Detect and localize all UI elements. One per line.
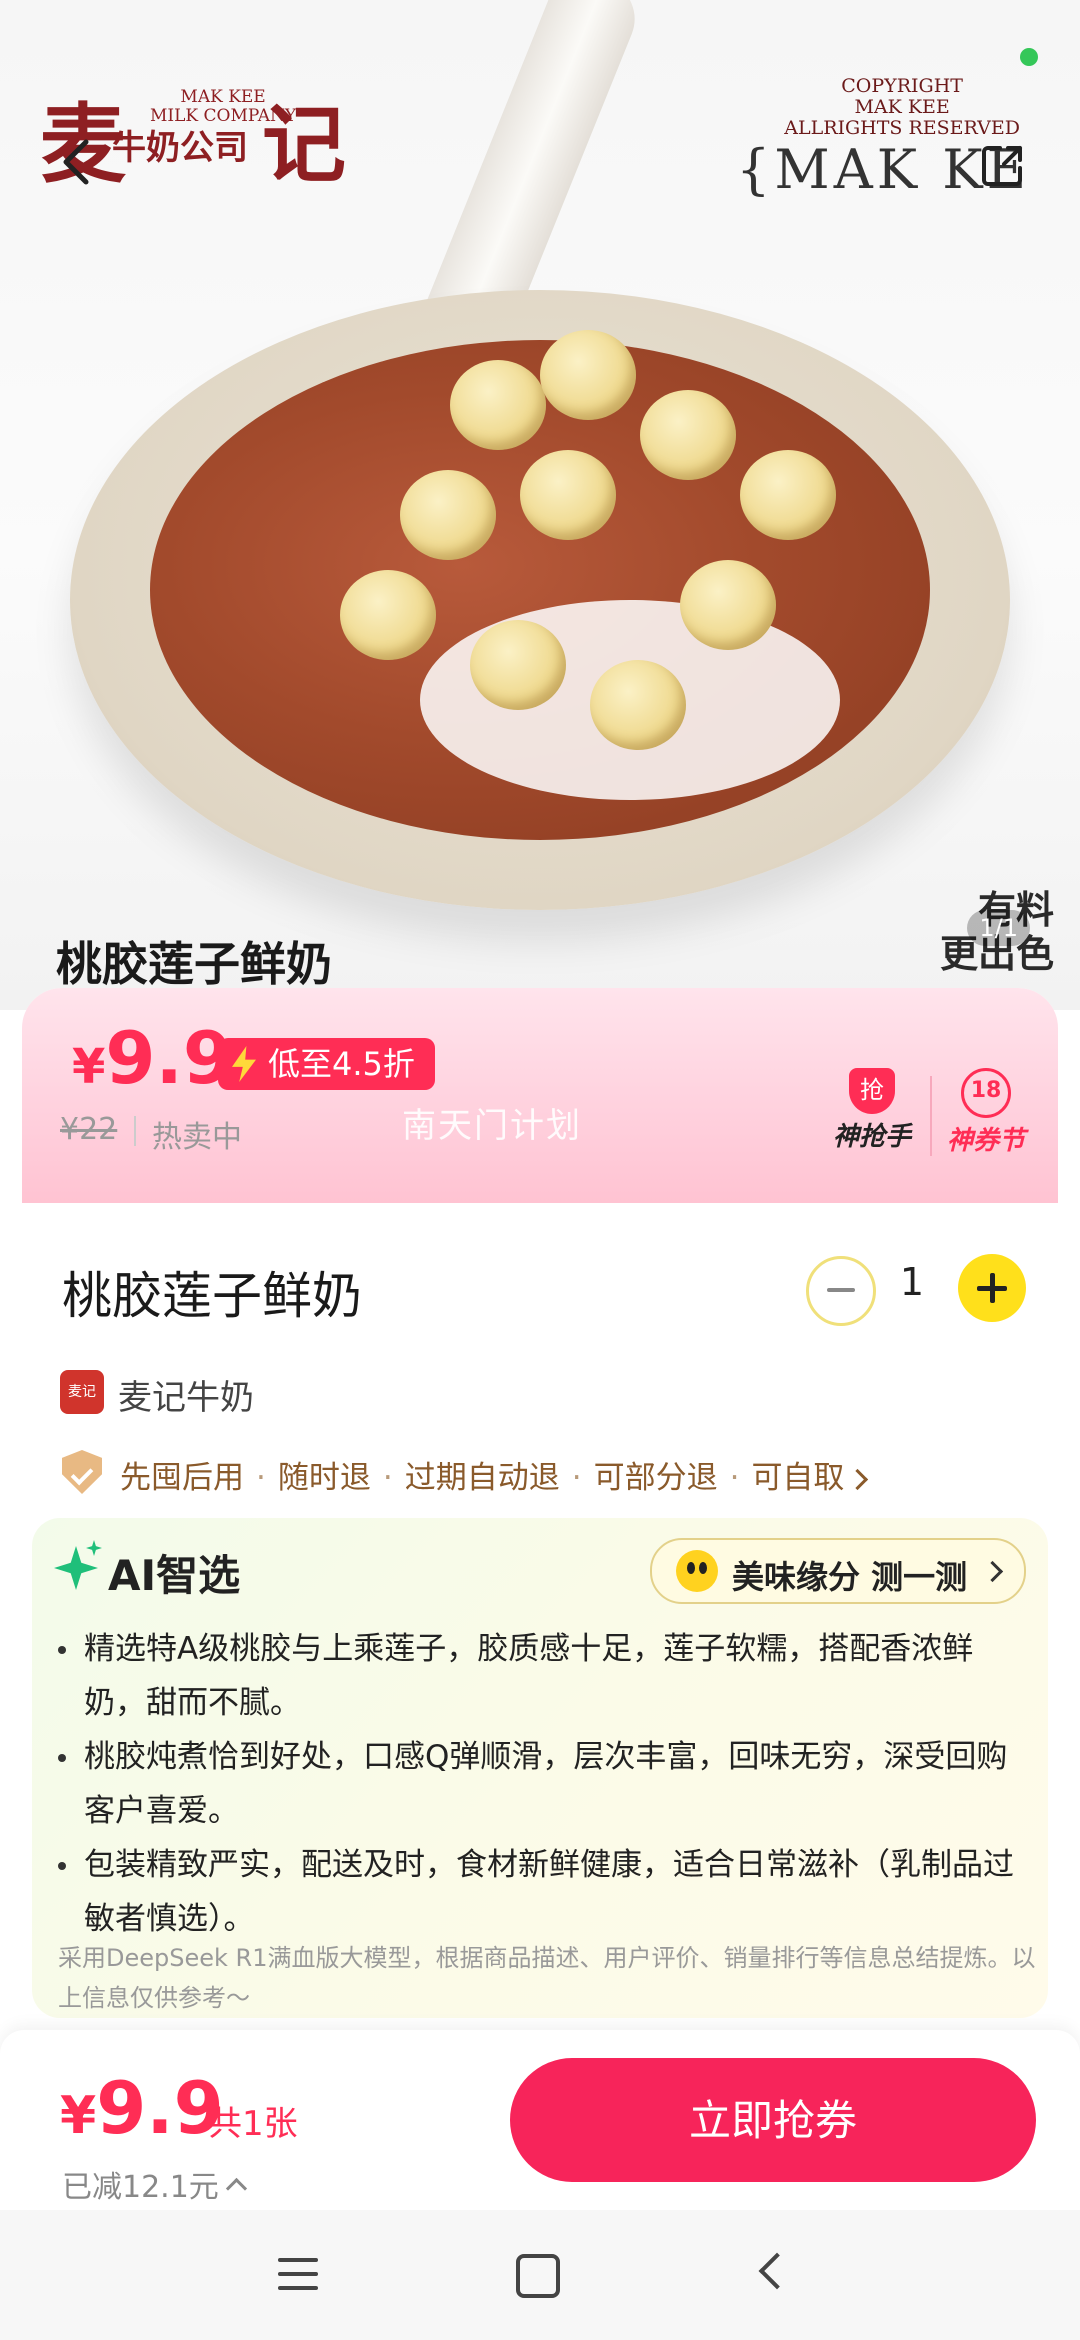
price-banner: 南天门计划 ¥9.9 低至4.5折 ¥22 热卖中 抢 神抢手 18 神券节 <box>22 988 1058 1203</box>
discount-badge: 低至4.5折 <box>218 1038 435 1090</box>
guarantee-item: 先囤后用 <box>120 1460 244 1496</box>
coupon-count: 共1张 <box>208 2104 298 2144</box>
grab-badge-label: 神抢手 <box>832 1122 911 1152</box>
discount-label: 低至4.5折 <box>268 1045 415 1083</box>
ai-summary-list: 精选特A级桃胶与上乘莲子，胶质感十足，莲子软糯，搭配香浓鲜奶，甜而不腻。 桃胶炖… <box>58 1622 1028 1946</box>
image-counter: 1/1 <box>967 910 1030 946</box>
lotus-seed-graphic <box>340 570 436 660</box>
ai-summary-point: 精选特A级桃胶与上乘莲子，胶质感十足，莲子软糯，搭配香浓鲜奶，甜而不腻。 <box>58 1622 1028 1730</box>
product-card: 南天门计划 ¥9.9 低至4.5折 ¥22 热卖中 抢 神抢手 18 神券节 桃… <box>22 988 1058 2038</box>
lotus-seed-graphic <box>680 560 776 650</box>
system-navigation-bar <box>0 2210 1080 2340</box>
grab-coupon-button[interactable]: 立即抢券 <box>510 2058 1036 2182</box>
taste-match-label: 美味缘分 测一测 <box>732 1558 968 1596</box>
guarantee-item: 可自取 <box>751 1460 845 1496</box>
lotus-seed-graphic <box>450 360 546 450</box>
reduced-amount: 已减12.1元 <box>62 2170 219 2205</box>
lotus-seed-graphic <box>540 330 636 420</box>
lotus-seed-graphic <box>740 450 836 540</box>
home-icon[interactable] <box>516 2254 560 2298</box>
shield-check-icon <box>62 1450 102 1494</box>
banner-watermark: 南天门计划 <box>402 1106 582 1146</box>
currency-symbol: ¥ <box>72 1039 106 1095</box>
quantity-decrease-button[interactable] <box>806 1256 876 1326</box>
total-price-value: 9.9 <box>96 2066 224 2150</box>
shop-name: 麦记牛奶 <box>118 1378 254 1418</box>
lotus-seed-graphic <box>470 620 566 710</box>
price-value: 9.9 <box>105 1016 233 1100</box>
quantity-increase-button[interactable] <box>958 1254 1026 1322</box>
recent-apps-icon[interactable] <box>278 2258 318 2290</box>
chevron-right-icon <box>981 1560 1004 1583</box>
lotus-seed-graphic <box>400 470 496 560</box>
brand-logo-ji: 记 <box>262 95 347 194</box>
divider <box>930 1076 932 1156</box>
original-price: ¥22 <box>60 1112 118 1147</box>
ai-disclaimer: 采用DeepSeek R1满血版大模型，根据商品描述、用户评价、销量排行等信息总… <box>58 1944 1036 2012</box>
checkout-bar: ¥9.9 共1张 已减12.1元 立即抢券 <box>0 2030 1080 2210</box>
smiley-emoji-icon <box>676 1550 718 1592</box>
coupon-festival-label: 神券节 <box>946 1126 1025 1156</box>
shop-logo-icon: 麦记 <box>60 1370 104 1414</box>
product-title: 桃胶莲子鲜奶 <box>62 1267 362 1325</box>
ai-summary-point: 桃胶炖煮恰到好处，口感Q弹顺滑，层次丰富，回味无穷，深受回购客户喜爱。 <box>58 1730 1028 1838</box>
notification-dot <box>1020 48 1038 66</box>
lotus-seed-graphic <box>520 450 616 540</box>
guarantee-item: 可部分退 <box>593 1460 718 1496</box>
copyright-notice: COPYRIGHT MAK KEE ALLRIGHTS RESERVED <box>784 75 1020 139</box>
chevron-right-icon <box>847 1468 869 1491</box>
coupon-festival-icon: 18 <box>961 1068 1011 1118</box>
taste-match-button[interactable]: 美味缘分 测一测 <box>650 1538 1026 1604</box>
divider <box>134 1116 136 1146</box>
coupon-festival-badge: 18 神券节 <box>938 1068 1034 1157</box>
grab-master-badge: 抢 神抢手 <box>830 1068 914 1153</box>
guarantee-list: 先囤后用 · 随时退 · 过期自动退 · 可部分退 · 可自取 <box>120 1452 869 1497</box>
guarantee-item: 随时退 <box>277 1460 371 1496</box>
service-guarantees[interactable]: 先囤后用 · 随时退 · 过期自动退 · 可部分退 · 可自取 <box>62 1446 1022 1496</box>
ai-summary-point: 包装精致严实，配送及时，食材新鲜健康，适合日常滋补（乳制品过敏者慎选）。 <box>58 1838 1028 1946</box>
sparkle-small-icon <box>86 1540 102 1556</box>
share-icon[interactable] <box>978 140 1028 190</box>
lotus-seed-graphic <box>590 660 686 750</box>
lotus-seed-graphic <box>640 390 736 480</box>
current-price: ¥9.9 <box>72 1016 233 1100</box>
currency-symbol: ¥ <box>60 2086 97 2146</box>
product-hero-image: 麦 MAK KEE MILK COMPANY 牛奶公司 记 COPYRIGHT MA… <box>0 0 1080 1010</box>
brand-logo-company: 牛奶公司 <box>112 128 248 168</box>
back-arrow-icon[interactable] <box>48 132 108 192</box>
grab-icon: 抢 <box>849 1068 895 1114</box>
discount-detail-toggle[interactable]: 已减12.1元 <box>62 2162 247 2206</box>
ai-picks-panel: AI智选 美味缘分 测一测 精选特A级桃胶与上乘莲子，胶质感十足，莲子软糯，搭配… <box>32 1518 1048 2018</box>
sparkle-icon <box>54 1546 98 1590</box>
quantity-value: 1 <box>899 1260 925 1304</box>
lightning-icon <box>232 1046 256 1082</box>
guarantee-item: 过期自动退 <box>404 1460 560 1496</box>
nav-back-icon[interactable] <box>758 2252 796 2290</box>
ai-panel-title: AI智选 <box>108 1551 241 1600</box>
hero-product-title: 桃胶莲子鲜奶 <box>56 937 332 991</box>
total-price: ¥9.9 <box>60 2066 224 2150</box>
sale-status: 热卖中 <box>152 1120 242 1155</box>
chevron-up-icon <box>225 2177 247 2200</box>
